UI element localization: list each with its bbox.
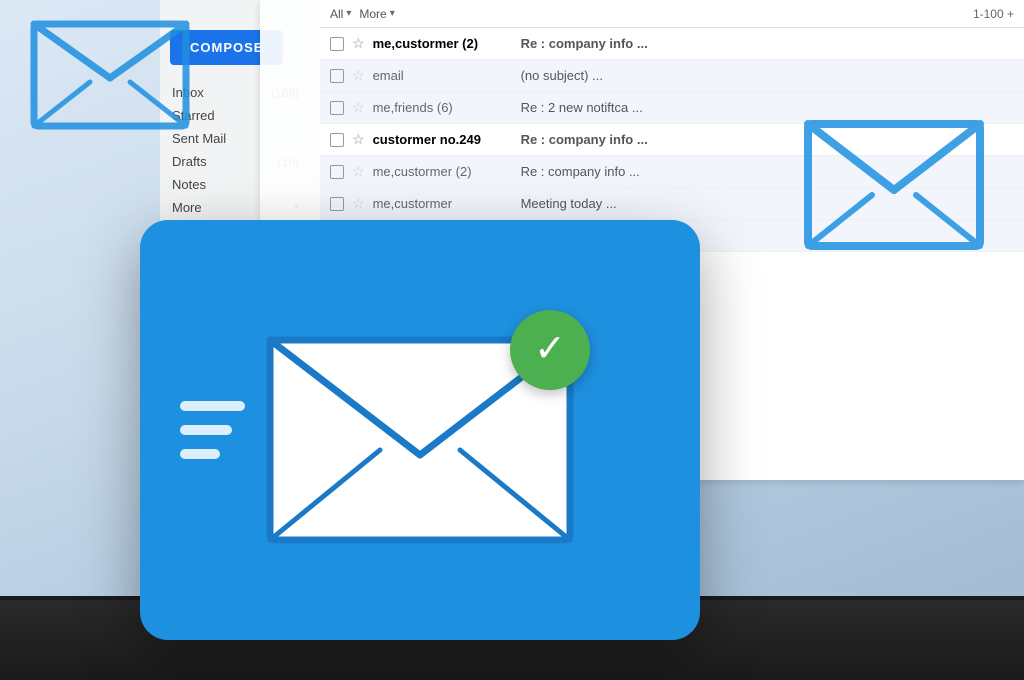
toolbar-left: All ▾ More ▾ [330,7,395,21]
email-sender: email [373,68,513,83]
star-icon[interactable]: ☆ [352,99,365,116]
sidebar-item-label: More [172,200,202,215]
sidebar-item-label: Drafts [172,154,207,169]
all-label: All [330,7,343,21]
email-subject: Re : 2 new notiftca ... [521,100,1014,115]
envelope-top-left [30,20,190,130]
more-chevron-icon: ▾ [390,8,395,19]
check-badge: ✓ [510,310,590,390]
sidebar-item-label: Sent Mail [172,131,226,146]
star-icon[interactable]: ☆ [352,35,365,52]
card-lines [180,401,245,459]
email-checkbox[interactable] [330,69,344,83]
card-line-2 [180,425,232,435]
all-chevron-icon: ▾ [346,8,351,19]
star-icon[interactable]: ☆ [352,131,365,148]
envelope-top-right [804,120,984,250]
email-sender: custormer no.249 [373,132,513,147]
more-dropdown[interactable]: More ▾ [359,7,394,21]
star-icon[interactable]: ☆ [352,67,365,84]
email-sender: me,custormer (2) [373,36,513,51]
star-icon[interactable]: ☆ [352,195,365,212]
email-checkbox[interactable] [330,37,344,51]
gmail-toolbar: All ▾ More ▾ 1-100 + [320,0,1024,28]
card-line-1 [180,401,245,411]
more-label: More [359,7,386,21]
all-dropdown[interactable]: All ▾ [330,7,351,21]
email-checkbox[interactable] [330,101,344,115]
star-icon[interactable]: ☆ [352,163,365,180]
email-subject: Re : company info ... [521,36,1014,51]
email-checkbox[interactable] [330,133,344,147]
email-sender: me,friends (6) [373,100,513,115]
card-line-3 [180,449,220,459]
email-sender: me,custormer (2) [373,164,513,179]
email-row[interactable]: ☆ email (no subject) ... [320,60,1024,92]
card-envelope: ✓ [260,310,580,550]
email-checkbox[interactable] [330,165,344,179]
email-subject: (no subject) ... [521,68,1014,83]
sidebar-item-label: Notes [172,177,206,192]
checkmark-icon: ✓ [534,330,566,368]
email-checkbox[interactable] [330,197,344,211]
email-row[interactable]: ☆ me,custormer (2) Re : company info ... [320,28,1024,60]
blue-card: ✓ [140,220,700,640]
pagination: 1-100 + [973,7,1014,21]
email-sender: me,custormer [373,196,513,211]
